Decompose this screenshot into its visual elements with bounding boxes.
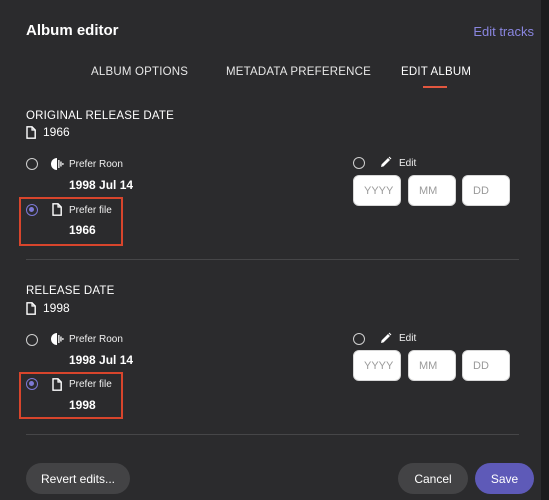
tab-album-options[interactable]: ALBUM OPTIONS — [91, 66, 188, 78]
pencil-icon — [379, 156, 392, 169]
cancel-button[interactable]: Cancel — [398, 463, 468, 494]
original-release-date-text: 1966 — [43, 125, 70, 139]
radio-prefer-file-release[interactable] — [26, 378, 38, 390]
file-icon — [26, 301, 36, 315]
day-input[interactable]: DD — [462, 175, 510, 206]
radio-prefer-roon-original[interactable] — [26, 158, 38, 170]
file-date-value: 1966 — [69, 223, 96, 237]
scrollbar[interactable] — [541, 0, 549, 500]
edit-label: Edit — [399, 158, 417, 169]
pencil-icon — [379, 332, 392, 345]
prefer-roon-label: Prefer Roon — [69, 159, 123, 170]
prefer-file-label: Prefer file — [69, 379, 112, 390]
radio-prefer-file-original[interactable] — [26, 204, 38, 216]
month-input[interactable]: MM — [408, 350, 456, 381]
day-input[interactable]: DD — [462, 350, 510, 381]
roon-icon — [50, 332, 64, 346]
revert-edits-button[interactable]: Revert edits... — [26, 463, 130, 494]
release-date-label: RELEASE DATE — [26, 285, 115, 297]
file-icon — [52, 203, 62, 216]
roon-date-value: 1998 Jul 14 — [69, 353, 134, 367]
radio-edit-release[interactable] — [353, 333, 365, 345]
file-icon — [26, 125, 36, 139]
edit-label: Edit — [399, 333, 417, 344]
release-date-text: 1998 — [43, 301, 70, 315]
tab-edit-album[interactable]: EDIT ALBUM — [401, 66, 471, 78]
section-divider — [26, 434, 519, 435]
radio-prefer-roon-release[interactable] — [26, 334, 38, 346]
prefer-file-label: Prefer file — [69, 205, 112, 216]
roon-icon — [50, 157, 64, 171]
page-title: Album editor — [26, 22, 119, 39]
edit-tracks-link[interactable]: Edit tracks — [473, 24, 534, 39]
roon-date-value: 1998 Jul 14 — [69, 178, 134, 192]
release-date-value: 1998 — [26, 301, 70, 315]
year-input[interactable]: YYYY — [353, 350, 401, 381]
year-input[interactable]: YYYY — [353, 175, 401, 206]
month-input[interactable]: MM — [408, 175, 456, 206]
save-button[interactable]: Save — [475, 463, 534, 494]
section-divider — [26, 259, 519, 260]
original-release-date-label: ORIGINAL RELEASE DATE — [26, 110, 174, 122]
radio-edit-original[interactable] — [353, 157, 365, 169]
prefer-roon-label: Prefer Roon — [69, 334, 123, 345]
tab-metadata-preference[interactable]: METADATA PREFERENCE — [226, 66, 371, 78]
file-date-value: 1998 — [69, 398, 96, 412]
active-tab-indicator — [423, 86, 447, 88]
file-icon — [52, 378, 62, 391]
original-release-date-value: 1966 — [26, 125, 70, 139]
